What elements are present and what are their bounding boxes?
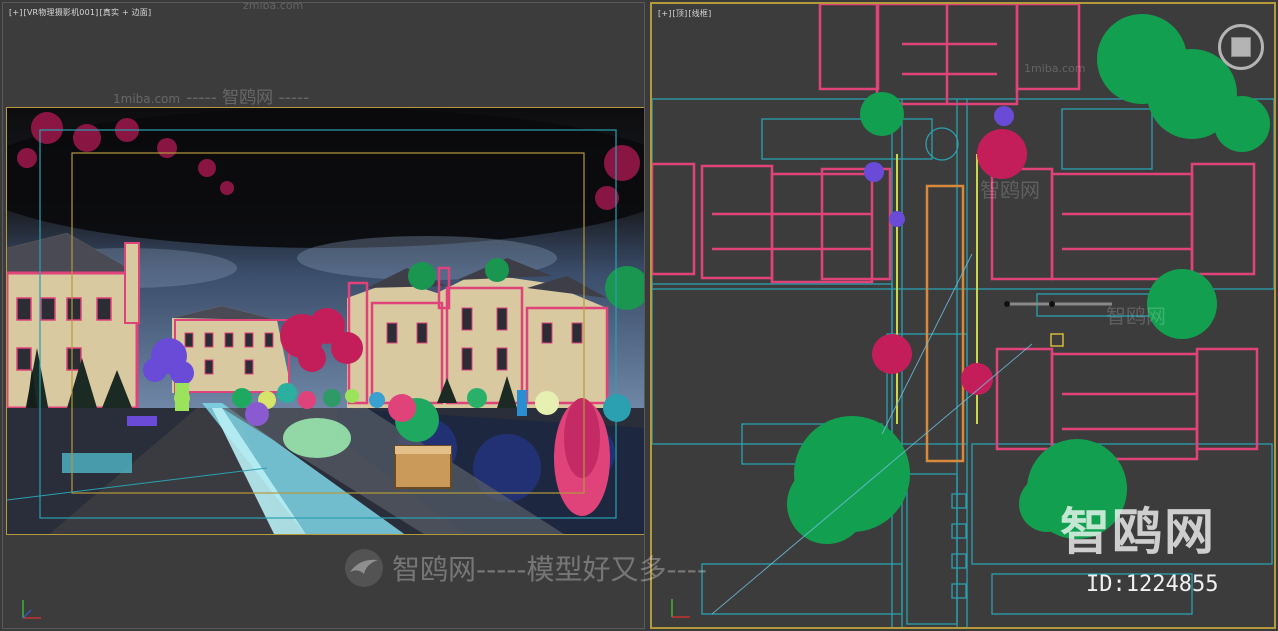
viewport-menu-plus[interactable]: [+]: [9, 8, 23, 17]
viewcube-face[interactable]: [1231, 37, 1251, 57]
faint-brand-watermark: 智鸥网: [980, 178, 1040, 202]
viewport-shading-label[interactable]: [线框]: [688, 9, 711, 18]
viewport-label[interactable]: [+][顶][线框]: [658, 8, 712, 19]
bird-logo-icon: [345, 549, 383, 587]
scene-render: [7, 108, 644, 534]
faint-brand-watermark-2: 智鸥网: [1106, 304, 1166, 328]
planter-box: [394, 445, 452, 489]
viewport-camera-label[interactable]: [VR物理摄影机001]: [24, 8, 99, 17]
viewport-shading-label[interactable]: [真实 + 边面]: [100, 8, 152, 17]
bottom-watermark-text: 智鸥网-----模型好又多----: [392, 553, 707, 586]
bottom-watermark: 智鸥网-----模型好又多----: [344, 548, 707, 588]
axis-gizmo-icon: [22, 600, 41, 619]
faint-site-watermark: 1miba.com: [1024, 62, 1086, 75]
viewport-view-label[interactable]: [顶]: [673, 9, 688, 18]
axis-gizmo-icon: [671, 599, 690, 618]
watermark-brand: ----- 智鸥网 -----: [186, 88, 310, 108]
watermark-site: 1miba.com: [113, 92, 181, 106]
perspective-viewport[interactable]: [+][VR物理摄影机001][真实 + 边面] zmiba.com 1miba…: [2, 2, 645, 629]
top-watermark: 1miba.com ----- 智鸥网 -----: [113, 83, 309, 108]
viewport-label[interactable]: [+][VR物理摄影机001][真实 + 边面]: [9, 7, 152, 18]
brand-watermark: 智鸥网: [1060, 503, 1216, 561]
viewport-menu-plus[interactable]: [+]: [658, 9, 672, 18]
faint-site-watermark: zmiba.com: [243, 2, 304, 12]
model-id-label: ID:1224855: [1086, 572, 1219, 597]
viewcube-icon[interactable]: [1218, 24, 1264, 70]
render-safe-frame: [6, 107, 644, 535]
